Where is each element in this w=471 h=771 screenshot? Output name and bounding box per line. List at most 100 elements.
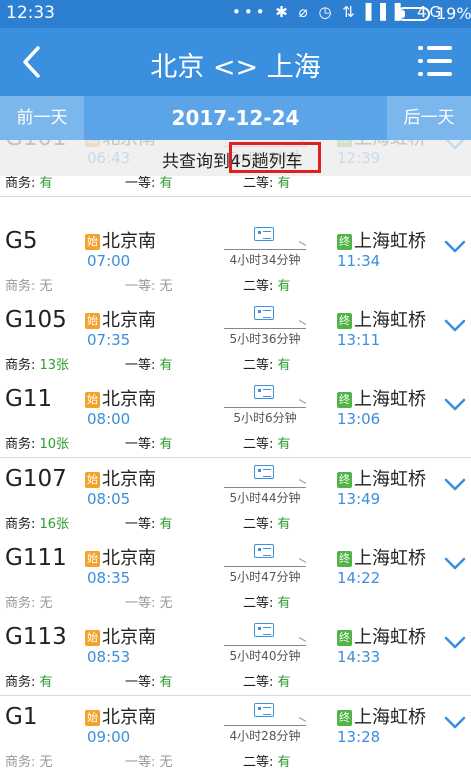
terminal-tag: 终 xyxy=(337,392,352,408)
duration-block: 4小时34分钟 xyxy=(224,227,307,269)
second-class-seat-value: 有 xyxy=(277,437,291,452)
first-class-seat: 一等: 无 xyxy=(125,751,173,770)
arrow-icon xyxy=(298,479,307,484)
business-seat-label: 商务: xyxy=(5,596,40,611)
first-class-seat-value: 无 xyxy=(159,596,173,611)
second-class-seat-label: 二等: xyxy=(243,596,278,611)
chevron-down-icon[interactable] xyxy=(444,636,466,650)
arrival-time: 13:28 xyxy=(337,728,381,746)
arrival-time: 11:34 xyxy=(337,252,381,270)
departure-station-name: 北京南 xyxy=(102,469,156,490)
origin-tag: 始 xyxy=(85,313,100,329)
duration-block: 4小时28分钟 xyxy=(224,703,307,745)
second-class-seat: 二等: 有 xyxy=(243,513,291,532)
summary-prefix: 共查询到 xyxy=(162,152,230,172)
arrival-station-name: 上海虹桥 xyxy=(354,231,426,252)
business-seat: 商务: 无 xyxy=(5,275,53,294)
train-row[interactable]: G107 始北京南 08:05 5小时44分钟 终上海虹桥 13:49 商务: … xyxy=(0,458,471,538)
chevron-down-icon[interactable] xyxy=(444,398,466,412)
origin-tag: 始 xyxy=(85,630,100,646)
date-selector[interactable]: 2017-12-24 xyxy=(84,96,387,140)
terminal-tag: 终 xyxy=(337,710,352,726)
chevron-down-icon[interactable] xyxy=(444,240,466,254)
train-row[interactable]: G111 始北京南 08:35 5小时47分钟 终上海虹桥 14:22 商务: … xyxy=(0,537,471,617)
chevron-down-icon[interactable] xyxy=(444,716,466,730)
second-class-seat-value: 有 xyxy=(277,517,291,532)
departure-station-name: 北京南 xyxy=(102,310,156,331)
business-seat: 商务: 16张 xyxy=(5,513,69,532)
train-number: G107 xyxy=(5,466,67,492)
terminal-tag: 终 xyxy=(337,472,352,488)
departure-station: 始北京南 xyxy=(85,544,156,570)
arrival-station-name: 上海虹桥 xyxy=(354,707,426,728)
train-number: G111 xyxy=(5,545,67,571)
business-seat-value: 有 xyxy=(39,176,53,191)
timetable-icon[interactable] xyxy=(254,227,274,241)
duration-text: 5小时40分钟 xyxy=(229,649,301,663)
timetable-icon[interactable] xyxy=(254,623,274,637)
arrival-station: 终上海虹桥 xyxy=(337,544,426,570)
business-seat-value: 10张 xyxy=(39,437,70,452)
departure-time: 08:05 xyxy=(87,490,131,508)
train-row[interactable]: G5 始北京南 07:00 4小时34分钟 终上海虹桥 11:34 商务: 无 … xyxy=(0,220,471,300)
arrival-station-name: 上海虹桥 xyxy=(354,389,426,410)
duration-text: 4小时28分钟 xyxy=(229,729,301,743)
second-class-seat-label: 二等: xyxy=(243,517,278,532)
second-class-seat: 二等: 有 xyxy=(243,751,291,770)
arrow-icon xyxy=(298,320,307,325)
train-number: G105 xyxy=(5,307,67,333)
second-class-seat-label: 二等: xyxy=(243,755,278,770)
first-class-seat-label: 一等: xyxy=(125,596,160,611)
first-class-seat-value: 有 xyxy=(159,358,173,373)
business-seat: 商务: 无 xyxy=(5,751,53,770)
train-row[interactable]: G113 始北京南 08:53 5小时40分钟 终上海虹桥 14:33 商务: … xyxy=(0,616,471,696)
arrival-time: 13:49 xyxy=(337,490,381,508)
train-row[interactable]: G1 始北京南 09:00 4小时28分钟 终上海虹桥 13:28 商务: 无 … xyxy=(0,696,471,771)
business-seat-label: 商务: xyxy=(5,358,40,373)
first-class-seat-label: 一等: xyxy=(125,358,160,373)
timetable-icon[interactable] xyxy=(254,703,274,717)
menu-button[interactable] xyxy=(418,46,456,78)
second-class-seat-value: 有 xyxy=(277,279,291,294)
next-day-button[interactable]: 后一天 xyxy=(387,96,471,140)
train-row[interactable]: G105 始北京南 07:35 5小时36分钟 终上海虹桥 13:11 商务: … xyxy=(0,299,471,379)
departure-time: 07:35 xyxy=(87,331,131,349)
chevron-down-icon[interactable] xyxy=(444,557,466,571)
train-number: G11 xyxy=(5,386,53,412)
arrow-icon xyxy=(298,558,307,563)
duration-block: 5小时47分钟 xyxy=(224,544,307,586)
second-class-seat-label: 二等: xyxy=(243,358,278,373)
chevron-down-icon[interactable] xyxy=(444,319,466,333)
train-row[interactable]: G11 始北京南 08:00 5小时6分钟 终上海虹桥 13:06 商务: 10… xyxy=(0,378,471,458)
chevron-down-icon[interactable] xyxy=(444,478,466,492)
second-class-seat-value: 有 xyxy=(277,176,291,191)
first-class-seat: 一等: 有 xyxy=(125,433,173,452)
result-summary: 共查询到45趟列车 xyxy=(0,140,471,176)
business-seat-value: 有 xyxy=(39,675,53,690)
departure-station-name: 北京南 xyxy=(102,231,156,252)
origin-tag: 始 xyxy=(85,710,100,726)
arrow-icon xyxy=(298,241,307,246)
duration-block: 5小时40分钟 xyxy=(224,623,307,665)
departure-station: 始北京南 xyxy=(85,623,156,649)
duration-line xyxy=(224,566,306,567)
first-class-seat: 一等: 无 xyxy=(125,592,173,611)
departure-station-name: 北京南 xyxy=(102,389,156,410)
timetable-icon[interactable] xyxy=(254,306,274,320)
first-class-seat-label: 一等: xyxy=(125,279,160,294)
business-seat-value: 无 xyxy=(39,279,53,294)
timetable-icon[interactable] xyxy=(254,385,274,399)
first-class-seat-value: 有 xyxy=(159,675,173,690)
second-class-seat-value: 有 xyxy=(277,675,291,690)
timetable-icon[interactable] xyxy=(254,544,274,558)
duration-block: 5小时44分钟 xyxy=(224,465,307,507)
timetable-icon[interactable] xyxy=(254,465,274,479)
first-class-seat-label: 一等: xyxy=(125,437,160,452)
second-class-seat-value: 有 xyxy=(277,755,291,770)
second-class-seat-value: 有 xyxy=(277,596,291,611)
battery-icon xyxy=(397,7,430,21)
duration-text: 5小时47分钟 xyxy=(229,570,301,584)
prev-day-button[interactable]: 前一天 xyxy=(0,96,84,140)
arrival-station: 终上海虹桥 xyxy=(337,465,426,491)
duration-line xyxy=(224,645,306,646)
